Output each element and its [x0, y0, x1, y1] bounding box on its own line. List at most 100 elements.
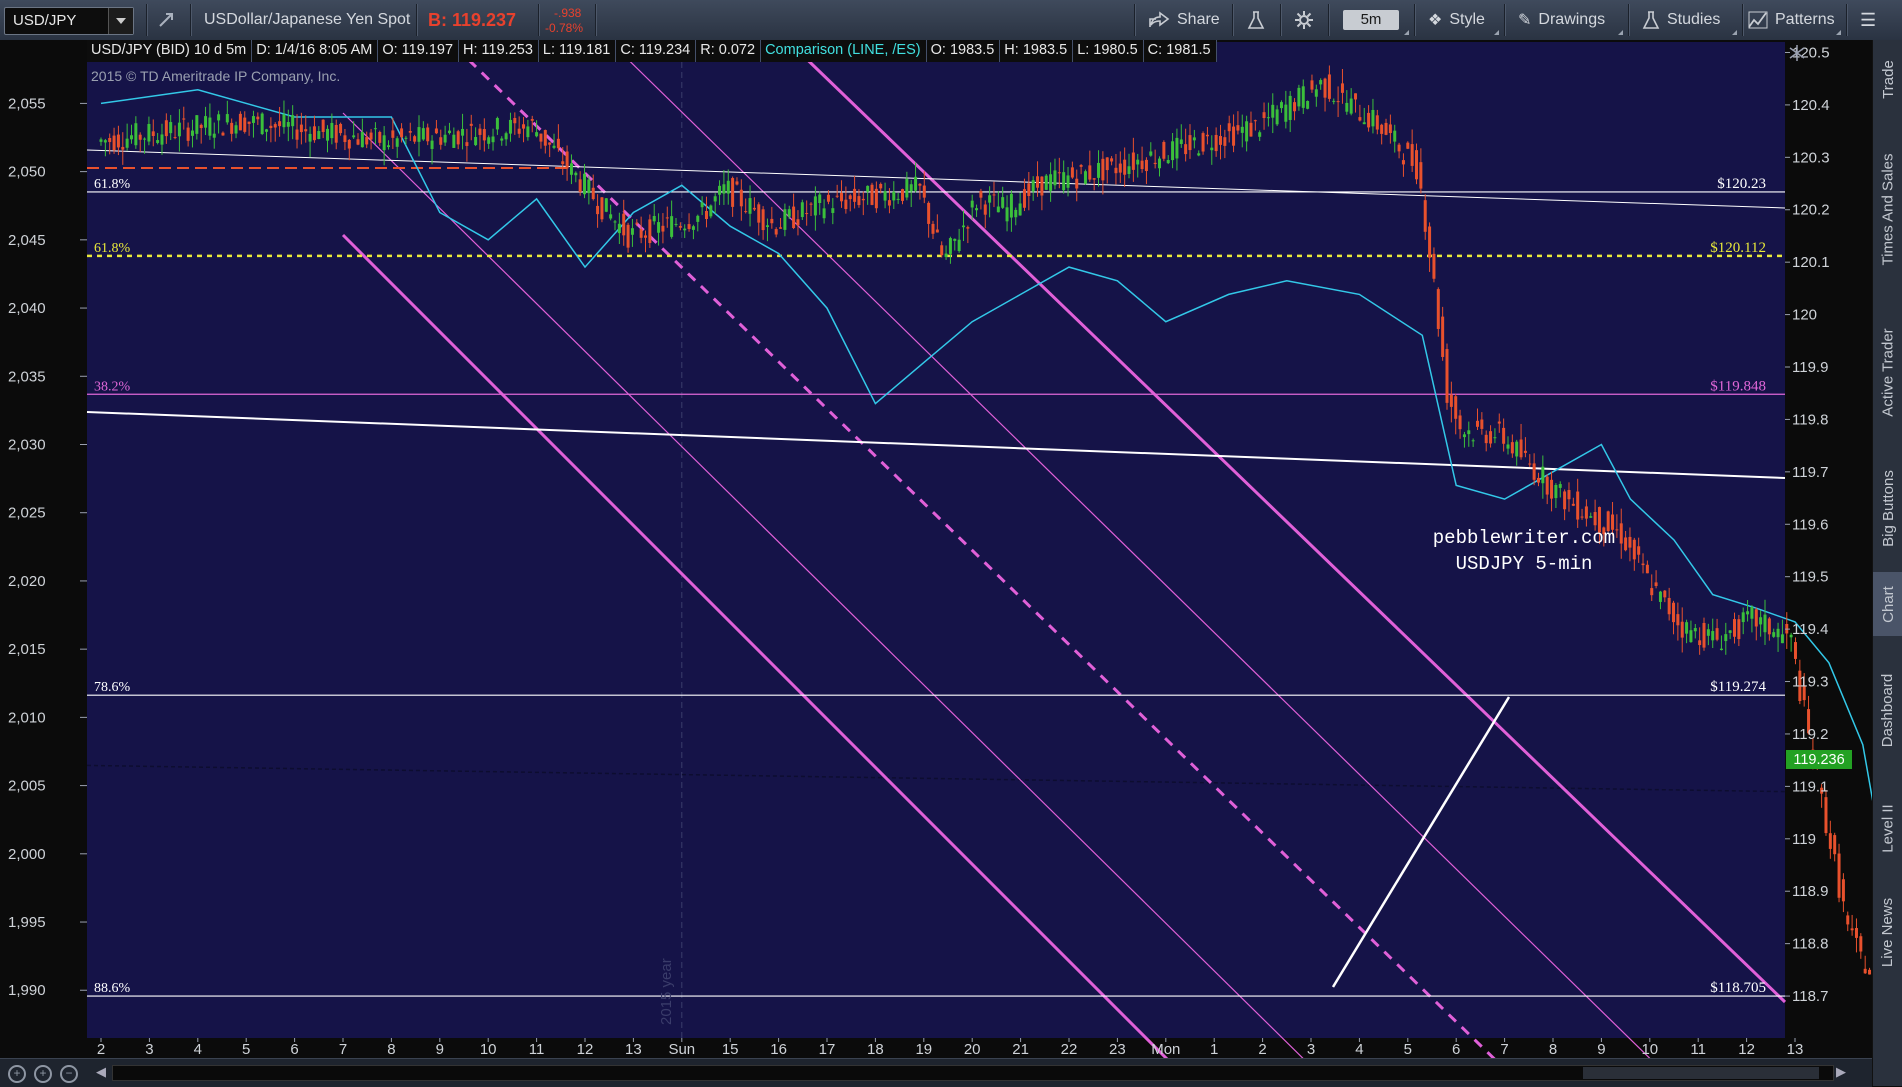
candle-body	[726, 180, 730, 194]
candle-body	[1375, 115, 1379, 130]
candle-body	[966, 227, 970, 229]
tab-active-trader[interactable]: Active Trader	[1873, 300, 1902, 444]
style-label: Style	[1449, 11, 1485, 28]
fib-label: 38.2%	[94, 379, 131, 394]
tab-trade[interactable]: Trade	[1873, 40, 1902, 118]
candle-body	[1833, 835, 1837, 855]
candle-body	[299, 124, 303, 133]
candle-body	[1558, 484, 1562, 488]
studies-menu-icon[interactable]	[1732, 30, 1737, 35]
drawings-button[interactable]: ✎ Drawings	[1518, 0, 1605, 40]
time-axis-tick: 12	[577, 1041, 594, 1058]
divider	[1280, 4, 1281, 36]
scroll-right-arrow-icon[interactable]: ▶	[1836, 1064, 1846, 1080]
fib-label: 78.6%	[94, 680, 131, 695]
time-axis-tick: 1	[1210, 1041, 1218, 1058]
divider	[538, 4, 539, 36]
net-change: -.938	[554, 6, 582, 20]
tab-times-and-sales[interactable]: Times And Sales	[1873, 122, 1902, 296]
interval-menu-icon[interactable]	[1404, 30, 1409, 35]
candle-body	[1497, 421, 1501, 424]
candle-body	[1075, 178, 1079, 189]
share-button[interactable]: Share	[1148, 0, 1220, 40]
candle-body	[796, 219, 800, 226]
candle-body	[748, 198, 752, 214]
candle-body	[1293, 102, 1297, 112]
drawings-menu-icon[interactable]	[1618, 30, 1623, 35]
candle-body	[722, 184, 726, 194]
candle-body	[644, 235, 647, 238]
candle-body	[674, 223, 678, 225]
chevron-down-icon[interactable]	[108, 8, 133, 34]
candle-body	[1175, 137, 1179, 159]
studies-button[interactable]: Studies	[1642, 0, 1720, 40]
candle-body	[1767, 618, 1771, 635]
menu-icon[interactable]: ☰	[1860, 0, 1876, 40]
candle-body	[461, 128, 465, 136]
link-icon[interactable]	[156, 0, 176, 40]
tab-big-buttons[interactable]: Big Buttons	[1873, 448, 1902, 568]
info-low: L: 119.181	[538, 40, 617, 62]
candle-body	[1432, 253, 1436, 279]
patterns-menu-icon[interactable]	[1836, 30, 1841, 35]
candle-body	[382, 135, 386, 151]
patterns-button[interactable]: Patterns	[1748, 0, 1835, 40]
style-button[interactable]: ❖ Style	[1428, 0, 1485, 40]
candle-body	[1415, 150, 1419, 180]
candle-body	[330, 122, 334, 139]
zoom-reset-icon[interactable]: +	[8, 1065, 26, 1083]
candle-body	[539, 133, 543, 142]
symbol-selector[interactable]: USD/JPY	[4, 7, 134, 35]
tab-chart[interactable]: Chart	[1873, 572, 1902, 636]
scroll-thumb[interactable]	[1583, 1067, 1819, 1079]
candle-body	[308, 133, 312, 142]
zoom-in-icon[interactable]: +	[34, 1065, 52, 1083]
interval-button[interactable]: 5m	[1343, 10, 1399, 30]
pencil-icon: ✎	[1518, 12, 1532, 29]
candle-body	[809, 203, 813, 205]
candle-body	[282, 114, 286, 128]
candle-body	[1750, 607, 1754, 619]
candle-body	[517, 128, 521, 134]
candle-body	[186, 127, 190, 141]
candle-body	[125, 138, 129, 148]
candle-body	[321, 119, 325, 132]
candle-body	[831, 208, 835, 213]
candle-body	[1284, 104, 1288, 122]
candle-body	[922, 185, 926, 198]
scroll-track[interactable]	[112, 1065, 1834, 1081]
scroll-left-arrow-icon[interactable]: ◀	[96, 1064, 106, 1080]
left-axis-tick: 2,040	[8, 300, 46, 317]
candle-body	[1658, 591, 1662, 602]
candle-body	[1850, 928, 1854, 931]
candle-body	[1319, 80, 1323, 85]
patterns-icon	[1748, 11, 1768, 29]
price-chart[interactable]: 61.8% $120.2361.8% $120.11238.2% $119.84878…	[0, 40, 1872, 1058]
tab-dashboard[interactable]: Dashboard	[1873, 640, 1902, 780]
tab-live-news[interactable]: Live News	[1873, 876, 1902, 988]
candle-body	[1689, 630, 1693, 643]
right-axis-tick: 118.9	[1792, 883, 1828, 900]
candle-body	[99, 139, 103, 142]
candle-body	[1484, 434, 1488, 444]
candle-body	[404, 137, 408, 139]
flask-icon[interactable]	[1246, 0, 1266, 40]
candle-body	[408, 131, 412, 133]
candle-body	[156, 140, 160, 143]
candle-body	[687, 224, 691, 229]
fib-price: $120.112	[1710, 240, 1766, 256]
zoom-out-icon[interactable]: −	[60, 1065, 78, 1083]
time-axis-tick: 3	[1307, 1041, 1315, 1058]
candle-body	[1837, 853, 1841, 898]
candle-body	[1724, 634, 1728, 642]
info-cmp-high: H: 1983.5	[1000, 40, 1074, 62]
candle-body	[1397, 144, 1401, 152]
candle-body	[853, 188, 857, 202]
tab-level-ii[interactable]: Level II	[1873, 784, 1902, 872]
style-menu-icon[interactable]	[1494, 30, 1499, 35]
candle-body	[1650, 588, 1654, 596]
gear-icon[interactable]	[1294, 0, 1314, 40]
candle-body	[491, 136, 495, 143]
candle-body	[1680, 621, 1684, 638]
right-axis-tick: 119.7	[1792, 464, 1828, 481]
